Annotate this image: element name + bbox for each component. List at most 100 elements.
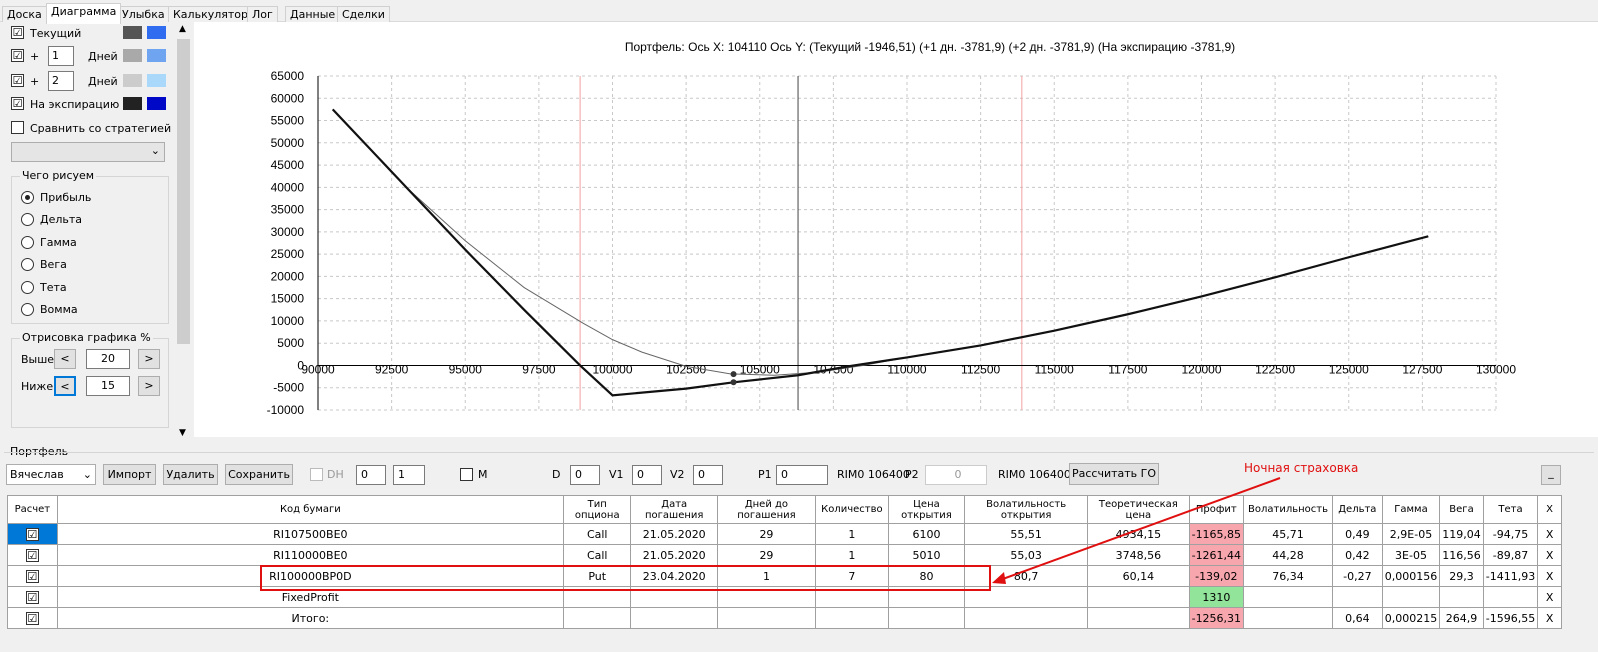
col-remove[interactable]: X xyxy=(1537,495,1562,524)
col-code[interactable]: Код бумаги xyxy=(56,495,564,524)
chevron-down-icon: ⌄ xyxy=(150,144,160,157)
col-delta[interactable]: Дельта xyxy=(1331,495,1383,524)
row-calc-cell[interactable]: ☑ xyxy=(7,544,58,566)
col-price[interactable]: Цена открытия xyxy=(887,495,966,524)
dh-spinner-1[interactable]: 0 xyxy=(356,465,386,485)
dh-checkbox[interactable] xyxy=(310,468,323,481)
plus1-color-swatch[interactable] xyxy=(123,49,142,62)
expiry-checkbox[interactable]: ☑ xyxy=(11,97,24,110)
below-value-input[interactable]: 15 xyxy=(86,376,130,396)
y-tick-label: 60000 xyxy=(271,91,305,105)
col-gamma[interactable]: Гамма xyxy=(1381,495,1441,524)
plus2-prefix: + xyxy=(30,75,40,88)
cell-price: 5010 xyxy=(887,544,966,566)
row-calc-checkbox[interactable]: ☑ xyxy=(25,611,39,625)
current-checkbox[interactable]: ☑ xyxy=(11,26,24,39)
strategy-select[interactable]: ⌄ xyxy=(11,142,165,162)
col-vol[interactable]: Волатильность xyxy=(1243,495,1333,524)
row-calc-cell[interactable]: ☑ xyxy=(7,523,58,545)
minimize-button[interactable]: _ xyxy=(1541,465,1561,485)
col-theor[interactable]: Теоретическая цена xyxy=(1087,495,1190,524)
cell-profit: -1256,31 xyxy=(1188,607,1245,629)
radio-vomma[interactable] xyxy=(21,303,34,316)
radio-vega[interactable] xyxy=(21,258,34,271)
cell-profit: -1165,85 xyxy=(1188,523,1245,545)
col-qty[interactable]: Количество xyxy=(814,495,889,524)
plus1-checkbox[interactable]: ☑ xyxy=(11,49,24,62)
cell-date xyxy=(630,607,718,629)
p2-input[interactable]: 0 xyxy=(925,465,987,485)
calc-margin-button[interactable]: Рассчитать ГО xyxy=(1069,463,1159,485)
row-calc-checkbox[interactable]: ☑ xyxy=(25,590,39,604)
dh-spinner-2[interactable]: 1 xyxy=(393,465,425,485)
cell-theor xyxy=(1087,607,1190,629)
cell-x[interactable]: X xyxy=(1537,586,1562,608)
col-theta[interactable]: Тета xyxy=(1482,495,1539,524)
panel-splitter[interactable] xyxy=(0,437,1598,442)
plus2-color-swatch[interactable] xyxy=(123,74,142,87)
col-days[interactable]: Дней до погашения xyxy=(716,495,816,524)
plus2-checkbox[interactable]: ☑ xyxy=(11,74,24,87)
row-calc-cell[interactable]: ☑ xyxy=(7,586,58,608)
row-calc-checkbox[interactable]: ☑ xyxy=(25,527,39,541)
save-button[interactable]: Сохранить xyxy=(225,464,293,485)
row-calc-checkbox[interactable]: ☑ xyxy=(25,569,39,583)
table-row[interactable]: ☑ FixedProfit 1310 X xyxy=(7,586,1562,608)
below-increase-button[interactable]: > xyxy=(138,376,160,396)
col-vega[interactable]: Вега xyxy=(1439,495,1484,524)
col-profit[interactable]: Профит xyxy=(1188,495,1245,524)
radio-profit[interactable] xyxy=(21,191,34,204)
table-row[interactable]: ☑ RI110000BE0 Call 21.05.2020 29 1 5010 55,03 37… xyxy=(7,544,1562,566)
plus1-color-swatch-2[interactable] xyxy=(147,49,166,62)
expiry-color-swatch[interactable] xyxy=(123,97,142,110)
above-decrease-button[interactable]: < xyxy=(54,349,76,369)
table-row[interactable]: ☑ Итого: -1256,31 0,64 0,000215 264,9 -1596,55… xyxy=(7,607,1562,629)
radio-delta[interactable] xyxy=(21,213,34,226)
v2-input[interactable]: 0 xyxy=(693,465,723,485)
plus2-days-input[interactable]: 2 xyxy=(48,71,74,91)
current-color-swatch[interactable] xyxy=(123,26,142,39)
cell-code: RI110000BE0 xyxy=(56,544,564,566)
settings-scrollbar[interactable]: ▲ ▼ xyxy=(176,22,191,440)
import-button[interactable]: Импорт xyxy=(103,464,156,485)
cell-days: 29 xyxy=(716,544,816,566)
scroll-thumb[interactable] xyxy=(177,39,190,344)
col-vol-open[interactable]: Волатильность открытия xyxy=(964,495,1089,524)
delete-button[interactable]: Удалить xyxy=(163,464,218,485)
plus1-days-input[interactable]: 1 xyxy=(48,46,74,66)
v2-label: V2 xyxy=(670,468,685,481)
user-select[interactable]: Вячеслав ⌄ xyxy=(6,464,96,485)
m-checkbox[interactable] xyxy=(460,468,473,481)
compare-checkbox[interactable] xyxy=(11,121,24,134)
table-row[interactable]: ☑ RI100000BP0D Put 23.04.2020 1 7 80 80,7 60,14-… xyxy=(7,565,1562,587)
p1-input[interactable]: 0 xyxy=(776,465,828,485)
expiry-color-swatch-2[interactable] xyxy=(147,97,166,110)
current-color-swatch-2[interactable] xyxy=(147,26,166,39)
tab-diagram[interactable]: Диаграмма xyxy=(46,3,122,24)
scroll-up-icon[interactable]: ▲ xyxy=(179,24,186,34)
cell-x[interactable]: X xyxy=(1537,565,1562,587)
row-calc-checkbox[interactable]: ☑ xyxy=(25,548,39,562)
chevron-down-icon: ⌄ xyxy=(82,468,92,481)
above-value-input[interactable]: 20 xyxy=(86,349,130,369)
radio-gamma[interactable] xyxy=(21,236,34,249)
radio-theta[interactable] xyxy=(21,281,34,294)
col-type[interactable]: Тип опциона xyxy=(562,495,632,524)
y-tick-label: 10000 xyxy=(271,314,305,328)
table-row[interactable]: ☑ RI107500BE0 Call 21.05.2020 29 1 6100 55,51 49… xyxy=(7,523,1562,545)
cell-x[interactable]: X xyxy=(1537,544,1562,566)
cell-x[interactable]: X xyxy=(1537,523,1562,545)
draw-range-title: Отрисовка графика % xyxy=(20,331,153,344)
row-calc-cell[interactable]: ☑ xyxy=(7,607,58,629)
y-tick-label: 40000 xyxy=(271,180,305,194)
col-exp-date[interactable]: Дата погашения xyxy=(630,495,718,524)
d-input[interactable]: 0 xyxy=(570,465,600,485)
below-decrease-button[interactable]: < xyxy=(54,376,76,396)
x-tick-label: 130000 xyxy=(1476,362,1516,376)
cell-x[interactable]: X xyxy=(1537,607,1562,629)
plus2-color-swatch-2[interactable] xyxy=(147,74,166,87)
above-increase-button[interactable]: > xyxy=(138,349,160,369)
row-calc-cell[interactable]: ☑ xyxy=(7,565,58,587)
col-calc[interactable]: Расчет xyxy=(7,495,58,524)
v1-input[interactable]: 0 xyxy=(632,465,662,485)
